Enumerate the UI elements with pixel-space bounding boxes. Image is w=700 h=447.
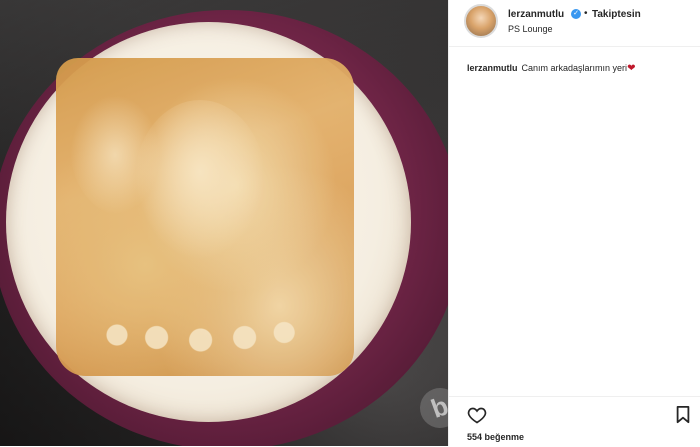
follow-status[interactable]: Takiptesin (592, 9, 641, 20)
heart-outline-icon[interactable] (467, 405, 487, 425)
post-side-panel: lerzanmutlu ✓ • Takiptesin PS Lounge ler… (448, 0, 700, 446)
heart-emoji: ❤ (627, 63, 636, 74)
caption-username[interactable]: lerzanmutlu (467, 63, 518, 73)
bookmark-icon[interactable] (675, 406, 691, 424)
location-link[interactable]: PS Lounge (508, 24, 553, 34)
post-actions: 554 beğenme (449, 396, 700, 447)
latte-art-necklace (95, 310, 315, 360)
likes-count[interactable]: 554 beğenme (467, 432, 524, 442)
latte-art-face (135, 100, 265, 260)
separator-dot: • (584, 8, 588, 19)
avatar[interactable] (464, 4, 498, 38)
post-photo[interactable]: b (0, 0, 448, 446)
caption-text: Canım arkadaşlarımın yeri (521, 63, 628, 73)
post-caption: lerzanmutlu Canım arkadaşlarımın yeri❤ (467, 63, 692, 74)
post-header: lerzanmutlu ✓ • Takiptesin PS Lounge (449, 0, 700, 47)
verified-badge-icon: ✓ (571, 9, 581, 19)
header-username[interactable]: lerzanmutlu (508, 9, 564, 20)
